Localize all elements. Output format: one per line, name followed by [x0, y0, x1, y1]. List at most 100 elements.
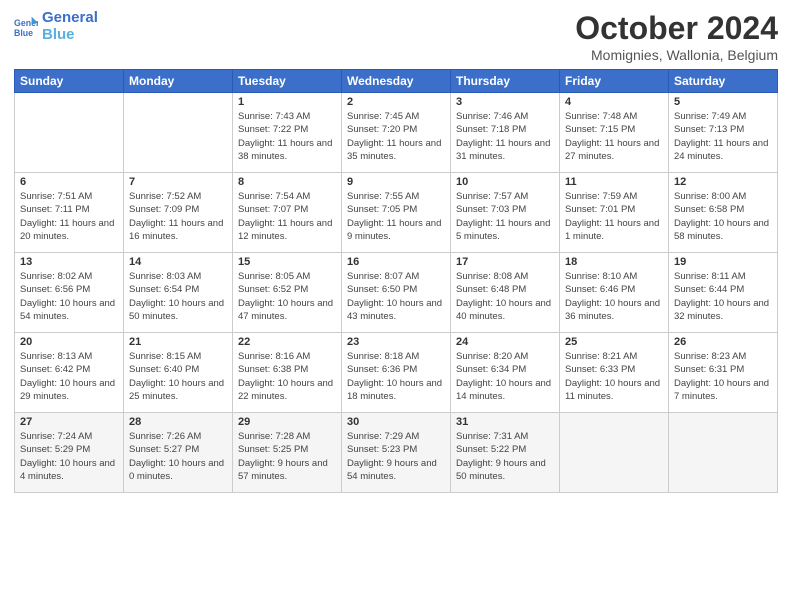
col-header-monday: Monday	[124, 70, 233, 93]
day-cell: 3 Sunrise: 7:46 AM Sunset: 7:18 PM Daylig…	[451, 93, 560, 173]
day-number: 26	[674, 336, 772, 348]
col-header-tuesday: Tuesday	[233, 70, 342, 93]
week-row-4: 20Sunrise: 8:13 AM Sunset: 6:42 PM Dayli…	[15, 333, 778, 413]
day-number: 6	[20, 176, 118, 188]
day-cell	[124, 93, 233, 173]
day-info: Sunrise: 8:15 AM Sunset: 6:40 PM Dayligh…	[129, 350, 227, 403]
page-header: General Blue General Blue October 2024 M…	[14, 10, 778, 63]
col-header-thursday: Thursday	[451, 70, 560, 93]
day-cell: 31 Sunrise: 7:31 AM Sunset: 5:22 PM Dayli…	[451, 413, 560, 493]
day-info: Sunrise: 7:31 AM Sunset: 5:22 PM Dayligh…	[456, 430, 554, 483]
logo-line1: General	[42, 10, 98, 27]
day-cell	[669, 413, 778, 493]
day-cell: 18 Sunrise: 8:10 AM Sunset: 6:46 PM Dayli…	[560, 253, 669, 333]
day-cell: 22Sunrise: 8:16 AM Sunset: 6:38 PM Dayli…	[233, 333, 342, 413]
day-cell: 8 Sunrise: 7:54 AM Sunset: 7:07 PM Daylig…	[233, 173, 342, 253]
day-info: Sunrise: 8:03 AM Sunset: 6:54 PM Dayligh…	[129, 270, 227, 323]
day-info: Sunrise: 8:07 AM Sunset: 6:50 PM Dayligh…	[347, 270, 445, 323]
day-number: 27	[20, 416, 118, 428]
day-cell: 25 Sunrise: 8:21 AM Sunset: 6:33 PM Dayli…	[560, 333, 669, 413]
svg-text:Blue: Blue	[14, 27, 33, 37]
week-row-3: 13 Sunrise: 8:02 AM Sunset: 6:56 PM Dayli…	[15, 253, 778, 333]
day-number: 29	[238, 416, 336, 428]
day-info: Sunrise: 7:45 AM Sunset: 7:20 PM Dayligh…	[347, 110, 445, 163]
day-cell: 26 Sunrise: 8:23 AM Sunset: 6:31 PM Dayli…	[669, 333, 778, 413]
week-row-5: 27 Sunrise: 7:24 AM Sunset: 5:29 PM Dayli…	[15, 413, 778, 493]
col-header-friday: Friday	[560, 70, 669, 93]
day-cell: 13 Sunrise: 8:02 AM Sunset: 6:56 PM Dayli…	[15, 253, 124, 333]
day-cell: 7 Sunrise: 7:52 AM Sunset: 7:09 PM Daylig…	[124, 173, 233, 253]
day-number: 24	[456, 336, 554, 348]
day-info: Sunrise: 8:21 AM Sunset: 6:33 PM Dayligh…	[565, 350, 663, 403]
day-info: Sunrise: 7:54 AM Sunset: 7:07 PM Dayligh…	[238, 190, 336, 243]
logo: General Blue General Blue	[14, 10, 98, 43]
day-number: 16	[347, 256, 445, 268]
day-info: Sunrise: 7:51 AM Sunset: 7:11 PM Dayligh…	[20, 190, 118, 243]
day-number: 13	[20, 256, 118, 268]
day-number: 10	[456, 176, 554, 188]
day-number: 17	[456, 256, 554, 268]
day-info: Sunrise: 8:05 AM Sunset: 6:52 PM Dayligh…	[238, 270, 336, 323]
day-number: 3	[456, 96, 554, 108]
col-header-sunday: Sunday	[15, 70, 124, 93]
day-cell: 9 Sunrise: 7:55 AM Sunset: 7:05 PM Daylig…	[342, 173, 451, 253]
day-info: Sunrise: 8:16 AM Sunset: 6:38 PM Dayligh…	[238, 350, 336, 403]
col-header-wednesday: Wednesday	[342, 70, 451, 93]
day-number: 18	[565, 256, 663, 268]
day-cell: 29 Sunrise: 7:28 AM Sunset: 5:25 PM Dayli…	[233, 413, 342, 493]
day-info: Sunrise: 7:57 AM Sunset: 7:03 PM Dayligh…	[456, 190, 554, 243]
day-number: 11	[565, 176, 663, 188]
day-cell: 6 Sunrise: 7:51 AM Sunset: 7:11 PM Daylig…	[15, 173, 124, 253]
month-title: October 2024	[575, 10, 778, 47]
day-number: 31	[456, 416, 554, 428]
day-number: 2	[347, 96, 445, 108]
day-number: 21	[129, 336, 227, 348]
day-info: Sunrise: 7:48 AM Sunset: 7:15 PM Dayligh…	[565, 110, 663, 163]
day-info: Sunrise: 7:28 AM Sunset: 5:25 PM Dayligh…	[238, 430, 336, 483]
day-number: 9	[347, 176, 445, 188]
day-info: Sunrise: 7:26 AM Sunset: 5:27 PM Dayligh…	[129, 430, 227, 483]
day-info: Sunrise: 7:52 AM Sunset: 7:09 PM Dayligh…	[129, 190, 227, 243]
day-cell: 28Sunrise: 7:26 AM Sunset: 5:27 PM Dayli…	[124, 413, 233, 493]
day-number: 12	[674, 176, 772, 188]
day-info: Sunrise: 7:24 AM Sunset: 5:29 PM Dayligh…	[20, 430, 118, 483]
location: Momignies, Wallonia, Belgium	[575, 47, 778, 63]
day-number: 8	[238, 176, 336, 188]
day-cell: 27 Sunrise: 7:24 AM Sunset: 5:29 PM Dayli…	[15, 413, 124, 493]
logo-icon: General Blue	[14, 15, 38, 39]
day-cell: 30 Sunrise: 7:29 AM Sunset: 5:23 PM Dayli…	[342, 413, 451, 493]
day-info: Sunrise: 7:29 AM Sunset: 5:23 PM Dayligh…	[347, 430, 445, 483]
day-info: Sunrise: 8:13 AM Sunset: 6:42 PM Dayligh…	[20, 350, 118, 403]
title-block: October 2024 Momignies, Wallonia, Belgiu…	[575, 10, 778, 63]
day-info: Sunrise: 8:10 AM Sunset: 6:46 PM Dayligh…	[565, 270, 663, 323]
day-info: Sunrise: 7:43 AM Sunset: 7:22 PM Dayligh…	[238, 110, 336, 163]
day-cell: 12Sunrise: 8:00 AM Sunset: 6:58 PM Dayli…	[669, 173, 778, 253]
day-number: 4	[565, 96, 663, 108]
day-number: 15	[238, 256, 336, 268]
day-number: 14	[129, 256, 227, 268]
day-number: 5	[674, 96, 772, 108]
week-row-2: 6 Sunrise: 7:51 AM Sunset: 7:11 PM Daylig…	[15, 173, 778, 253]
day-cell: 1 Sunrise: 7:43 AM Sunset: 7:22 PM Daylig…	[233, 93, 342, 173]
day-cell: 17Sunrise: 8:08 AM Sunset: 6:48 PM Dayli…	[451, 253, 560, 333]
day-cell: 2 Sunrise: 7:45 AM Sunset: 7:20 PM Daylig…	[342, 93, 451, 173]
day-number: 30	[347, 416, 445, 428]
day-info: Sunrise: 8:11 AM Sunset: 6:44 PM Dayligh…	[674, 270, 772, 323]
day-number: 23	[347, 336, 445, 348]
day-info: Sunrise: 8:02 AM Sunset: 6:56 PM Dayligh…	[20, 270, 118, 323]
day-info: Sunrise: 7:55 AM Sunset: 7:05 PM Dayligh…	[347, 190, 445, 243]
day-cell: 20Sunrise: 8:13 AM Sunset: 6:42 PM Dayli…	[15, 333, 124, 413]
day-info: Sunrise: 7:46 AM Sunset: 7:18 PM Dayligh…	[456, 110, 554, 163]
day-cell	[15, 93, 124, 173]
day-cell: 19Sunrise: 8:11 AM Sunset: 6:44 PM Dayli…	[669, 253, 778, 333]
day-number: 1	[238, 96, 336, 108]
day-info: Sunrise: 8:23 AM Sunset: 6:31 PM Dayligh…	[674, 350, 772, 403]
day-cell: 14 Sunrise: 8:03 AM Sunset: 6:54 PM Dayli…	[124, 253, 233, 333]
day-cell: 16 Sunrise: 8:07 AM Sunset: 6:50 PM Dayli…	[342, 253, 451, 333]
day-cell: 11Sunrise: 7:59 AM Sunset: 7:01 PM Dayli…	[560, 173, 669, 253]
calendar-table: SundayMondayTuesdayWednesdayThursdayFrid…	[14, 69, 778, 493]
day-cell: 24Sunrise: 8:20 AM Sunset: 6:34 PM Dayli…	[451, 333, 560, 413]
day-number: 25	[565, 336, 663, 348]
day-info: Sunrise: 8:18 AM Sunset: 6:36 PM Dayligh…	[347, 350, 445, 403]
day-number: 7	[129, 176, 227, 188]
